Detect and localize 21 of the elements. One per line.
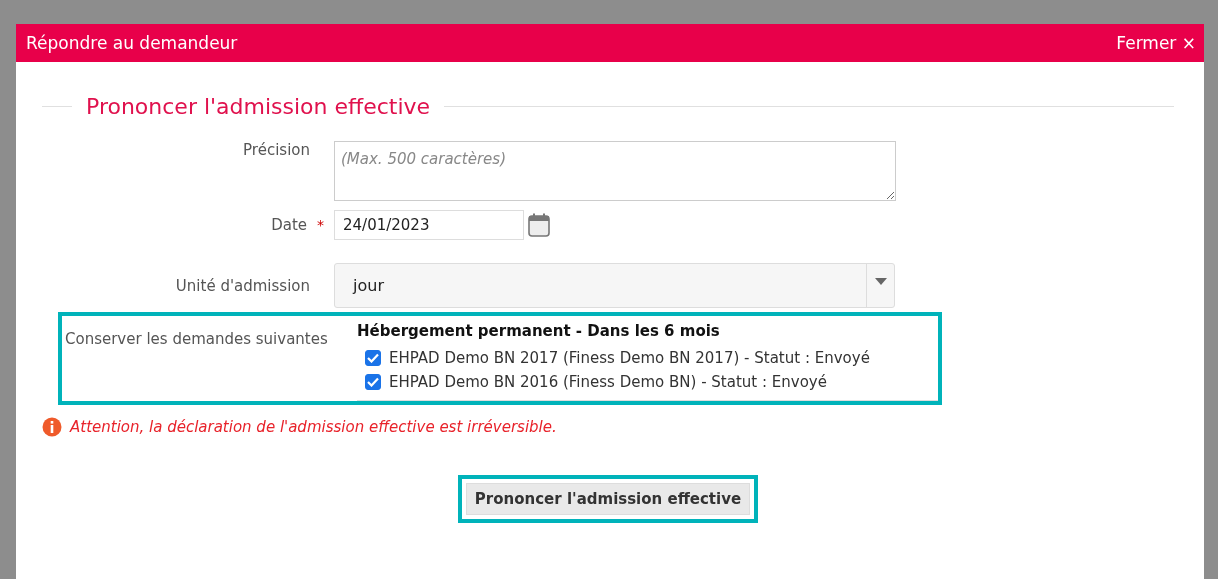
checkbox-label[interactable]: EHPAD Demo BN 2017 (Finess Demo BN 2017) - Statut : Envoyé	[389, 349, 870, 367]
checkbox[interactable]	[365, 350, 381, 366]
close-button[interactable]: Fermer ×	[1116, 33, 1196, 53]
field-label: Conserver les demandes suivantes	[65, 330, 328, 348]
submit-button[interactable]: Prononcer l'admission effective	[465, 483, 751, 515]
section-title: Prononcer l'admission effective	[86, 94, 431, 119]
date-field[interactable]: 24/01/2023	[334, 210, 524, 240]
group-title: Hébergement permanent - Dans les 6 mois	[357, 322, 721, 340]
warning-icon	[42, 417, 62, 437]
required-asterisk: *	[317, 217, 324, 233]
checkbox-label[interactable]: EHPAD Demo BN 2016 (Finess Demo BN) - Statut : Envoyé	[389, 373, 827, 391]
checkbox[interactable]	[365, 374, 381, 390]
field-label: Précision	[243, 141, 310, 159]
precision-field[interactable]: (Max. 500 caractères)	[334, 141, 896, 201]
dialog-title: Répondre au demandeur	[26, 33, 238, 53]
field-label: Unité d'admission	[175, 276, 310, 295]
calendar-icon[interactable]	[528, 213, 550, 237]
unit-select[interactable]: jour	[334, 263, 895, 308]
caret-icon	[874, 278, 887, 285]
field-label: Date	[271, 216, 307, 234]
warning-message: Attention, la déclaration de l'admission effective est irréversible.	[70, 418, 557, 436]
